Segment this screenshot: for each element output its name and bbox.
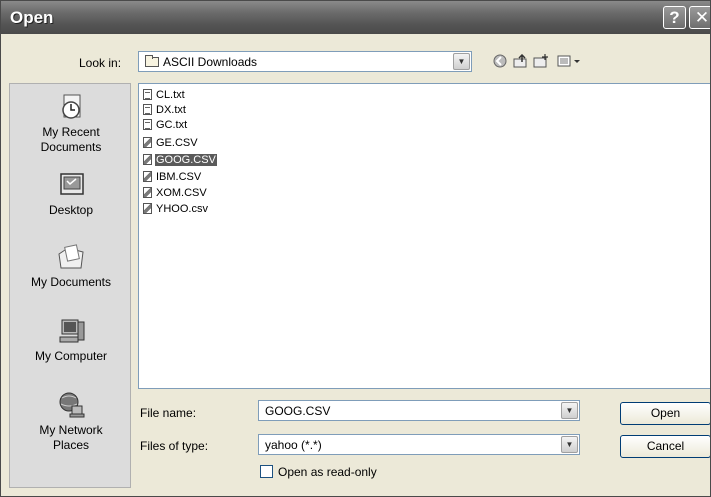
close-button[interactable]: ✕ (689, 6, 710, 29)
place-desktop[interactable]: Desktop (10, 170, 132, 218)
look-in-value: ASCII Downloads (163, 55, 258, 69)
file-list[interactable]: CL.txt DX.txt GC.txt GE.CSV GOOG.CSV IBM… (138, 83, 710, 389)
csv-file-icon (143, 187, 152, 198)
csv-file-icon (143, 171, 152, 182)
csv-file-icon (143, 137, 152, 148)
look-in-label: Look in: (79, 56, 122, 70)
place-my-recent-documents[interactable]: My Recent Documents (10, 92, 132, 155)
desktop-icon (54, 170, 88, 200)
my-computer-icon (54, 316, 88, 346)
new-folder-icon[interactable] (533, 54, 549, 70)
open-button[interactable]: Open (620, 402, 710, 425)
folder-icon (145, 55, 159, 67)
look-in-dropdown[interactable]: ASCII Downloads ▼ (138, 51, 472, 72)
chevron-down-icon[interactable]: ▼ (561, 436, 578, 453)
list-item[interactable]: XOM.CSV (143, 185, 208, 201)
place-label: Desktop (48, 203, 94, 217)
file-type-dropdown[interactable]: yahoo (*.*) ▼ (258, 434, 580, 455)
place-label: My Network Places (39, 423, 103, 452)
view-menu-icon[interactable] (556, 54, 584, 70)
place-label: My Computer (34, 349, 108, 363)
title-bar[interactable]: Open ? ✕ (1, 1, 710, 34)
network-places-icon (54, 390, 88, 420)
file-name-input[interactable]: GOOG.CSV ▼ (258, 400, 580, 421)
file-type-label: Files of type: (140, 439, 209, 453)
text-file-icon (143, 104, 152, 115)
list-item[interactable]: GC.txt (143, 117, 188, 133)
text-file-icon (143, 119, 152, 130)
read-only-label[interactable]: Open as read-only (278, 465, 377, 479)
place-my-network-places[interactable]: My Network Places (10, 390, 132, 453)
csv-file-icon (143, 154, 152, 165)
csv-file-icon (143, 203, 152, 214)
list-item[interactable]: CL.txt (143, 87, 186, 103)
list-item[interactable]: DX.txt (143, 102, 187, 118)
my-documents-icon (54, 242, 88, 272)
up-folder-icon[interactable] (513, 53, 529, 70)
recent-documents-icon (54, 92, 88, 122)
place-label: My Documents (30, 275, 112, 289)
cancel-button[interactable]: Cancel (620, 435, 710, 458)
read-only-checkbox[interactable] (260, 465, 273, 478)
file-name-label: File name: (140, 406, 197, 420)
places-bar: My Recent Documents Desktop My Documents… (9, 83, 131, 488)
look-in-value-wrap: ASCII Downloads (145, 55, 257, 69)
list-item-selected[interactable]: GOOG.CSV (143, 152, 217, 168)
window-title: Open (10, 8, 54, 27)
list-item[interactable]: GE.CSV (143, 135, 199, 151)
text-file-icon (143, 89, 152, 100)
file-name-value: GOOG.CSV (265, 404, 331, 418)
back-icon[interactable] (492, 54, 508, 70)
list-item[interactable]: IBM.CSV (143, 169, 202, 185)
file-type-value: yahoo (*.*) (265, 438, 322, 452)
place-my-computer[interactable]: My Computer (10, 316, 132, 364)
list-item[interactable]: YHOO.csv (143, 201, 209, 217)
chevron-down-icon[interactable]: ▼ (561, 402, 578, 419)
place-label: My Recent Documents (40, 125, 102, 154)
place-my-documents[interactable]: My Documents (10, 242, 132, 290)
chevron-down-icon[interactable]: ▼ (453, 53, 470, 70)
help-button[interactable]: ? (663, 6, 686, 29)
open-dialog: Open ? ✕ Look in: ASCII Downloads ▼ My R… (0, 0, 711, 497)
